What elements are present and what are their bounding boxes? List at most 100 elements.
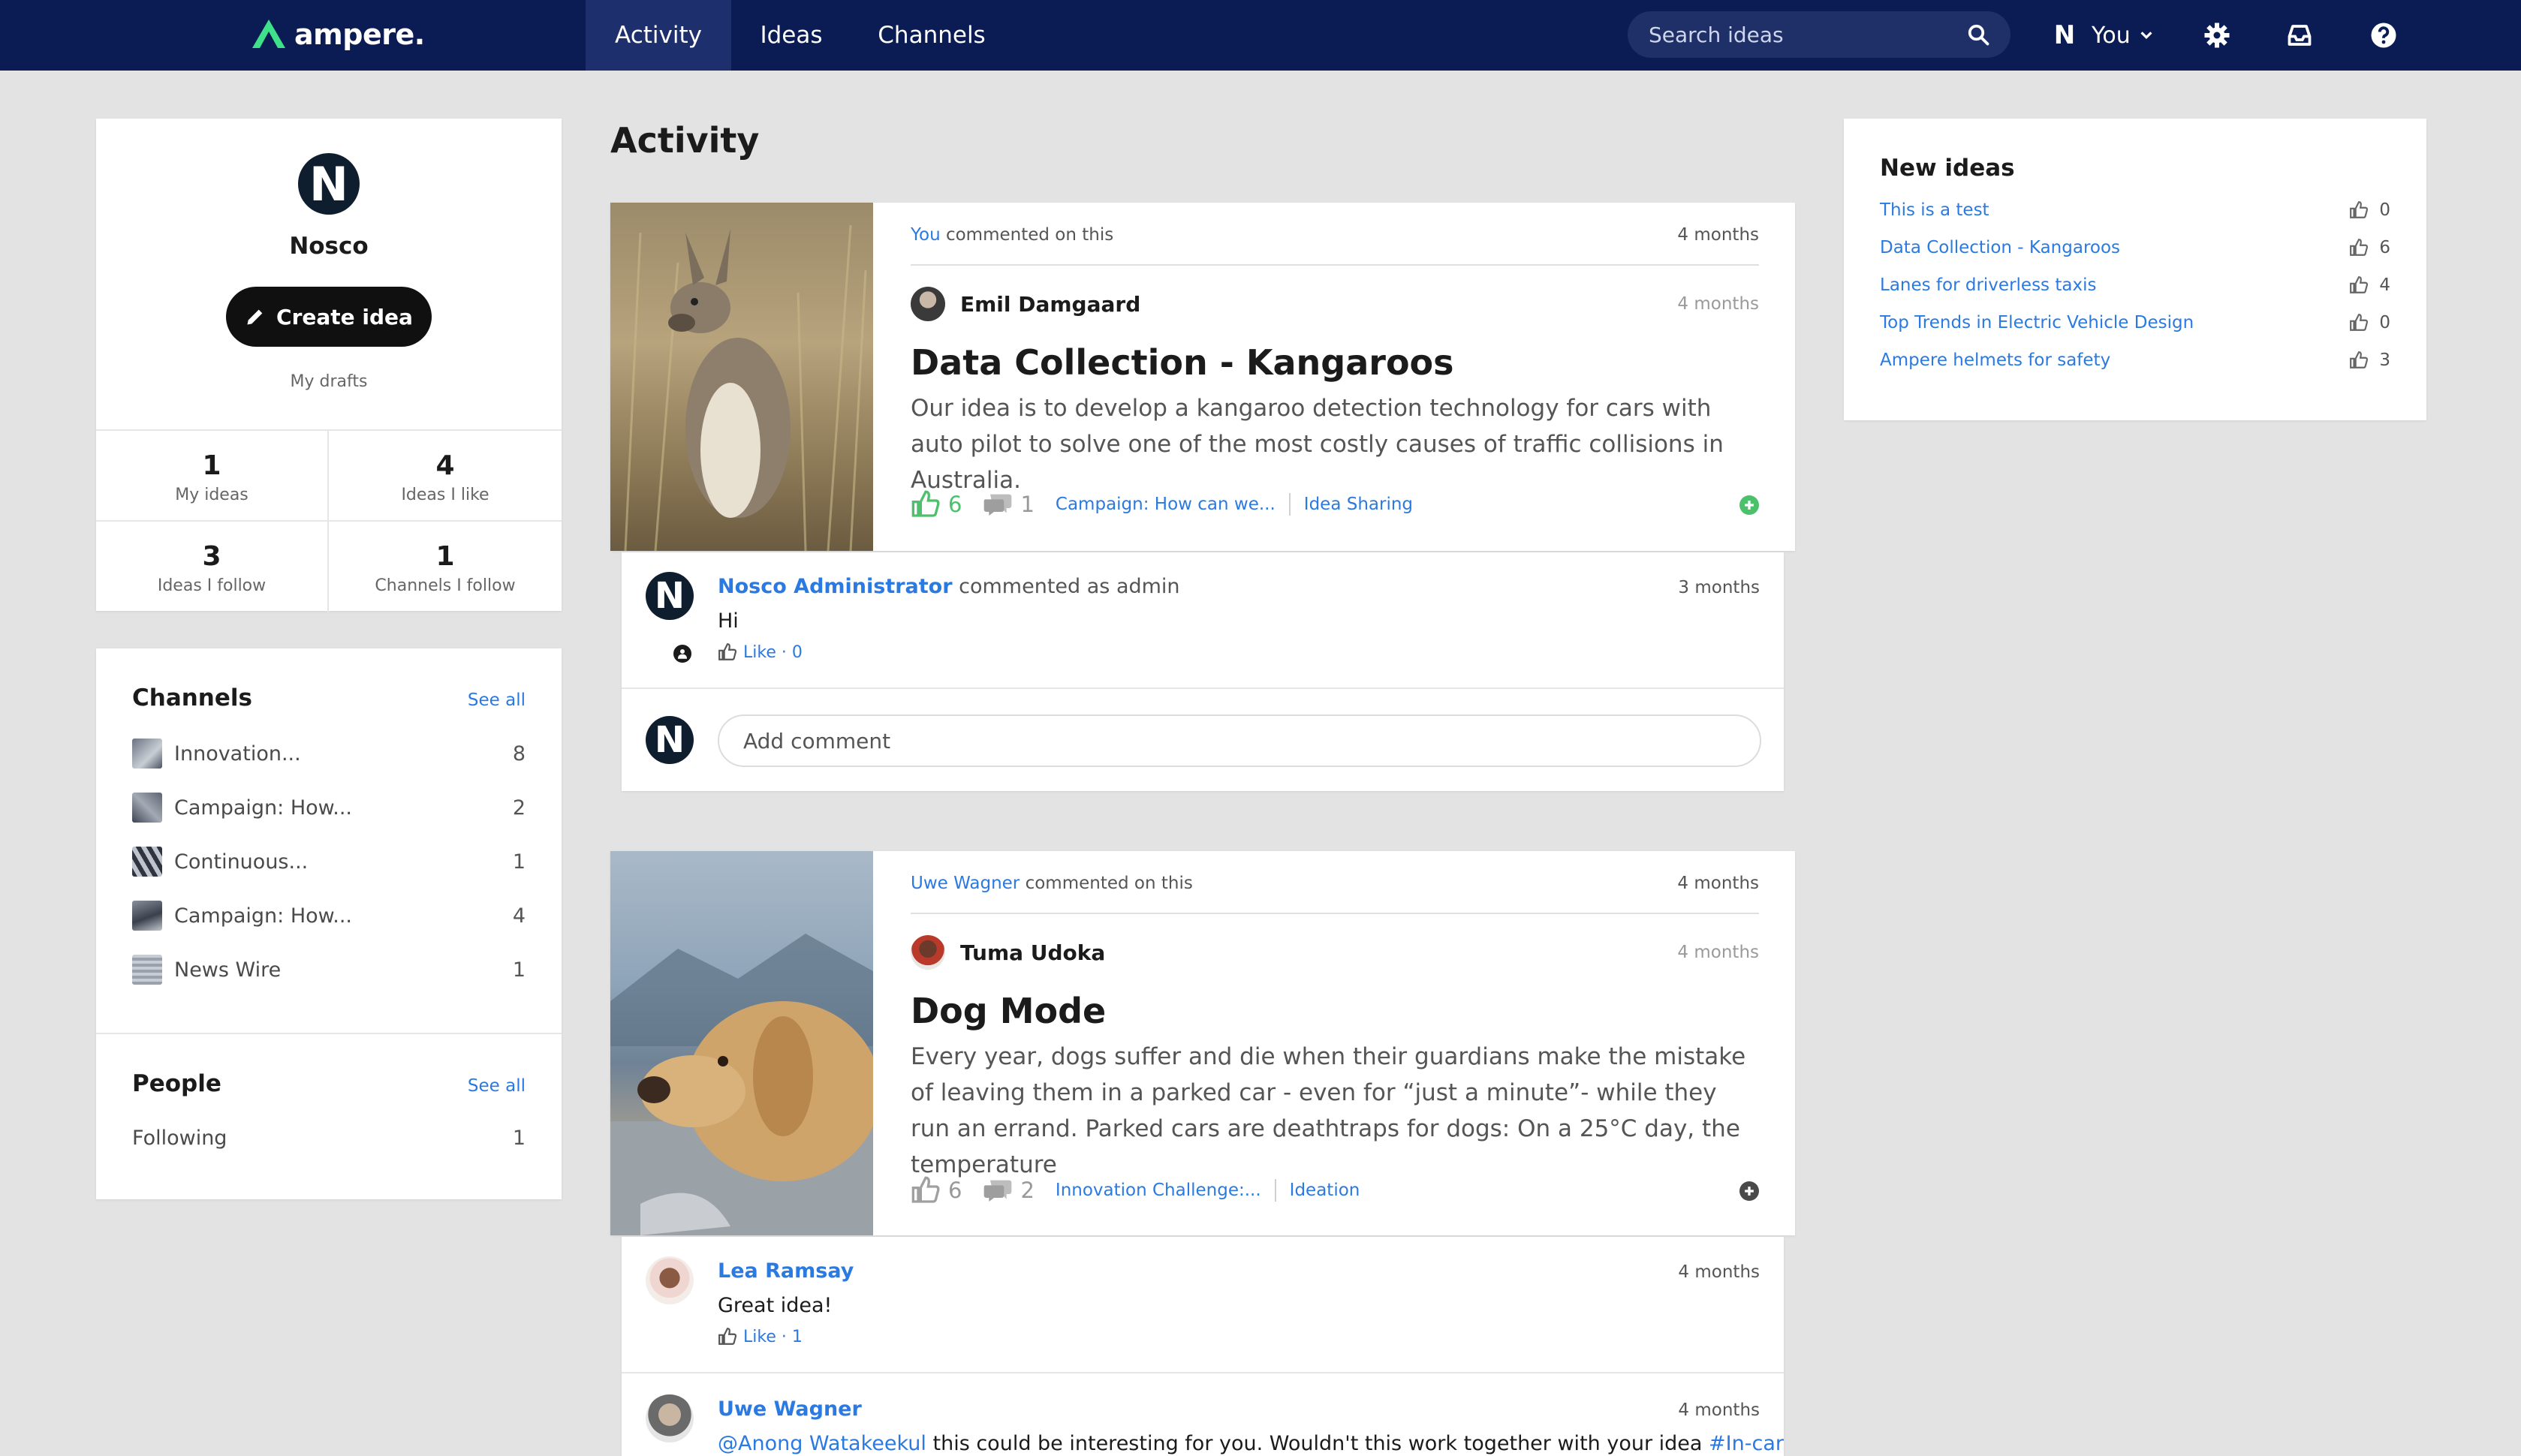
campaign-tag[interactable]: Campaign: How can we... (1056, 495, 1276, 514)
comment-author: Uwe Wagner (718, 1397, 862, 1421)
author-name: Emil Damgaard (960, 291, 1141, 317)
channel-thumbnail (132, 739, 162, 769)
comments-button[interactable]: 2 (983, 1175, 1035, 1205)
campaign-tag[interactable]: Innovation Challenge:... (1056, 1181, 1261, 1200)
like-button[interactable]: 6 (911, 1175, 962, 1205)
people-following-item[interactable]: Following 1 (132, 1121, 526, 1154)
channel-name: News Wire (174, 958, 282, 982)
comment-count: 2 (1020, 1178, 1035, 1203)
channel-item[interactable]: Campaign: How... 4 (132, 899, 526, 932)
commenter-name-link[interactable]: Lea Ramsay (718, 1259, 854, 1283)
new-idea-likes[interactable]: 4 (2349, 275, 2390, 295)
channel-name: Continuous... (174, 850, 309, 874)
idea-image[interactable] (610, 851, 873, 1235)
mention-link[interactable]: @Anong Watakeekul (718, 1432, 926, 1455)
channel-item[interactable]: News Wire 1 (132, 953, 526, 986)
follow-button[interactable] (1739, 495, 1759, 515)
stat-channels-i-follow[interactable]: 1 Channels I follow (329, 522, 562, 612)
channel-name: Campaign: How... (174, 904, 352, 928)
search-input[interactable] (1649, 22, 1967, 47)
channel-count: 1 (512, 958, 526, 982)
people-see-all-link[interactable]: See all (468, 1076, 526, 1096)
channels-see-all-link[interactable]: See all (468, 690, 526, 710)
channels-people-card: Channels See all Innovation... 8 Campaig… (96, 648, 562, 1199)
comments-icon (984, 494, 1012, 516)
add-comment-row: N (622, 690, 1784, 791)
search-icon[interactable] (1967, 23, 1989, 46)
idea-title[interactable]: Dog Mode (911, 991, 1106, 1031)
comment-like-button[interactable]: Like · 0 (718, 642, 803, 662)
channel-tag[interactable]: Idea Sharing (1304, 495, 1413, 514)
plus-icon (1745, 501, 1754, 510)
like-count: 0 (2379, 200, 2390, 220)
stat-value: 1 (202, 450, 221, 481)
channel-item[interactable]: Continuous... 1 (132, 845, 526, 878)
comment-like-button[interactable]: Like · 1 (718, 1327, 803, 1346)
idea-author[interactable]: Emil Damgaard 4 months (911, 287, 1759, 321)
new-idea-likes[interactable]: 0 (2349, 313, 2390, 332)
channel-tag[interactable]: Ideation (1290, 1181, 1360, 1200)
channel-thumbnail (132, 901, 162, 931)
new-idea-link[interactable]: Data Collection - Kangaroos (1880, 238, 2349, 257)
new-idea-link[interactable]: Top Trends in Electric Vehicle Design (1880, 313, 2349, 332)
help-button[interactable] (2366, 18, 2401, 53)
idea-actions: 6 2 Innovation Challenge:... Ideation (911, 1175, 1759, 1205)
activity-actor-link[interactable]: You (911, 225, 941, 245)
new-idea-likes[interactable]: 6 (2349, 238, 2390, 257)
idea-image[interactable] (610, 203, 873, 551)
idea-actions: 6 1 Campaign: How can we... Idea Sharing (911, 489, 1759, 519)
new-idea-link[interactable]: This is a test (1880, 200, 2349, 220)
profile-avatar[interactable]: N (298, 153, 360, 215)
hashtag-link[interactable]: #In-car (1709, 1432, 1784, 1455)
brand-logo[interactable]: ampere. (249, 14, 425, 56)
commenter-name-link[interactable]: Uwe Wagner (718, 1397, 862, 1421)
comments-button[interactable]: 1 (983, 489, 1035, 519)
stat-label: Channels I follow (375, 576, 516, 595)
new-idea-link[interactable]: Ampere helmets for safety (1880, 350, 2349, 370)
new-idea-link[interactable]: Lanes for driverless taxis (1880, 275, 2349, 295)
channel-item[interactable]: Campaign: How... 2 (132, 791, 526, 824)
channel-count: 4 (512, 904, 526, 928)
stat-my-ideas[interactable]: 1 My ideas (96, 431, 329, 522)
idea-card[interactable]: Uwe Wagner commented on this 4 months Tu… (610, 851, 1795, 1235)
help-icon (2371, 23, 2396, 48)
kangaroo-illustration (624, 224, 867, 551)
settings-button[interactable] (2200, 18, 2234, 53)
stat-ideas-i-follow[interactable]: 3 Ideas I follow (96, 522, 329, 612)
idea-author[interactable]: Tuma Udoka 4 months (911, 935, 1759, 970)
add-comment-input[interactable] (718, 714, 1761, 767)
idea-title[interactable]: Data Collection - Kangaroos (911, 342, 1454, 383)
channel-thumbnail (132, 955, 162, 985)
like-count: 6 (2379, 238, 2390, 257)
inbox-button[interactable] (2282, 18, 2317, 53)
new-idea-likes[interactable]: 0 (2349, 200, 2390, 220)
stat-ideas-i-like[interactable]: 4 Ideas I like (329, 431, 562, 522)
activity-meta: Uwe Wagner commented on this 4 months (911, 874, 1759, 914)
thumbs-up-icon (911, 1176, 940, 1203)
tab-ideas[interactable]: Ideas (731, 0, 851, 71)
user-avatar: N (2048, 19, 2081, 52)
activity-actor-link[interactable]: Uwe Wagner (911, 874, 1020, 893)
commenter-avatar[interactable]: N (646, 572, 694, 620)
user-menu[interactable]: N You (2048, 0, 2155, 71)
channel-item[interactable]: Innovation... 8 (132, 737, 526, 770)
new-idea-likes[interactable]: 3 (2349, 350, 2390, 370)
thumbs-up-icon (2350, 276, 2369, 293)
like-button[interactable]: 6 (911, 489, 962, 519)
commenter-avatar[interactable] (646, 1256, 694, 1304)
section-divider (96, 1033, 562, 1034)
profile-name[interactable]: Nosco (96, 233, 562, 260)
commenter-name-link[interactable]: Nosco Administrator (718, 575, 953, 598)
tab-channels[interactable]: Channels (851, 0, 1012, 71)
idea-card[interactable]: You commented on this 4 months Emil Damg… (610, 203, 1795, 551)
follow-button[interactable] (1739, 1181, 1759, 1201)
commenter-avatar[interactable] (646, 1394, 694, 1442)
tab-activity[interactable]: Activity (586, 0, 731, 71)
create-idea-button[interactable]: Create idea (226, 287, 432, 347)
pencil-icon (247, 309, 263, 325)
comment-item: Lea Ramsay 4 months Great idea! Like · 1 (622, 1237, 1784, 1373)
activity-time: 4 months (1677, 874, 1759, 893)
stat-value: 4 (435, 450, 455, 481)
my-drafts-link[interactable]: My drafts (96, 372, 562, 391)
comment-item: N Nosco Administrator commented as admin… (622, 552, 1784, 689)
